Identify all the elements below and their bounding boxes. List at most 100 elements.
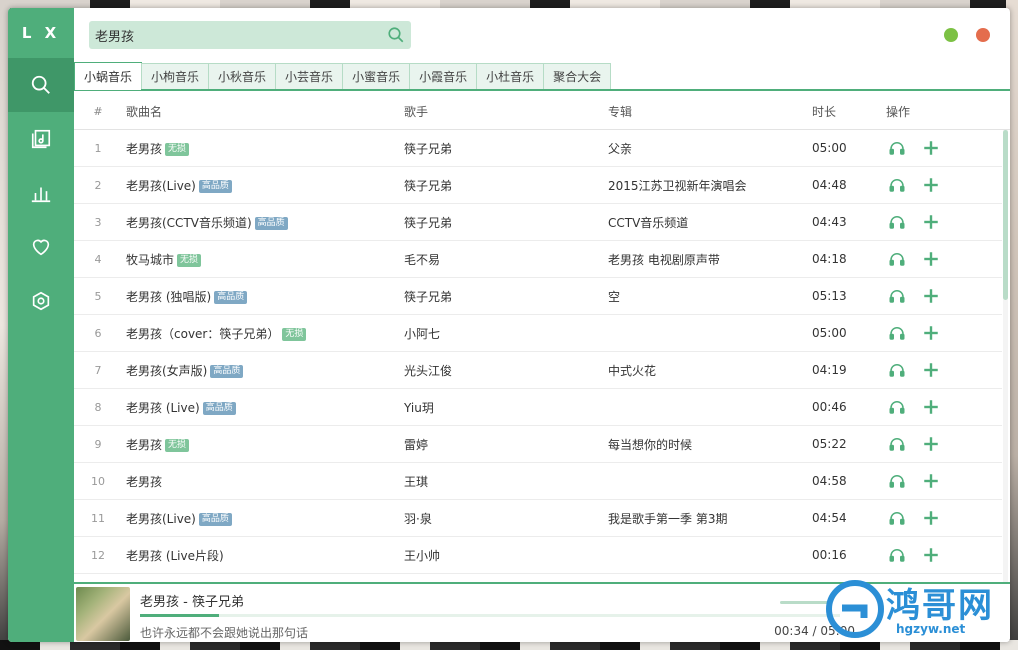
sidebar-item-search[interactable] — [8, 58, 74, 112]
table-row[interactable]: 4 牧马城市 无损 毛不易 老男孩 电视剧原声带 04:18 — [74, 241, 1002, 278]
add-button[interactable] — [920, 248, 942, 270]
search-button[interactable] — [381, 21, 411, 49]
progress-bar[interactable] — [140, 614, 840, 617]
table-row[interactable]: 7 老男孩(女声版) 高品质 光头江俊 中式火花 04:19 — [74, 352, 1002, 389]
search-input[interactable] — [89, 21, 381, 49]
row-number: 4 — [94, 252, 102, 266]
listen-button[interactable] — [886, 174, 908, 196]
add-button[interactable] — [920, 359, 942, 381]
add-button[interactable] — [920, 211, 942, 233]
table-row[interactable]: 3 老男孩(CCTV音乐频道) 高品质 筷子兄弟 CCTV音乐频道 04:43 — [74, 204, 1002, 241]
sidebar-item-favorites[interactable] — [8, 220, 74, 274]
listen-button[interactable] — [886, 507, 908, 529]
table-row[interactable]: 2 老男孩(Live) 高品质 筷子兄弟 2015江苏卫视新年演唱会 04:48 — [74, 167, 1002, 204]
song-name: 老男孩(CCTV音乐频道) 高品质 — [122, 214, 404, 231]
add-button[interactable] — [920, 544, 942, 566]
tab-source-8[interactable]: 聚合大会 — [543, 63, 612, 89]
table-row[interactable]: 11 老男孩(Live) 高品质 羽·泉 我是歌手第一季 第3期 04:54 — [74, 500, 1002, 537]
minimize-button[interactable] — [944, 28, 958, 42]
album: 老男孩 电视剧原声带 — [608, 252, 720, 267]
row-actions — [880, 322, 960, 344]
headphones-icon — [889, 549, 905, 562]
sidebar-item-charts[interactable] — [8, 166, 74, 220]
sidebar-item-playlist[interactable] — [8, 112, 74, 166]
search-icon — [388, 27, 404, 43]
row-actions — [880, 396, 960, 418]
quality-badge: 高品质 — [198, 179, 232, 193]
listen-button[interactable] — [886, 544, 908, 566]
now-playing-title: 老男孩 - 筷子兄弟 — [140, 595, 244, 610]
tab-source-7[interactable]: 小杜音乐 — [476, 63, 545, 89]
song-name: 老男孩 (独唱版) 高品质 — [122, 288, 404, 305]
source-tabs: 小蜗音乐 小枸音乐 小秋音乐 小芸音乐 小蜜音乐 小霞音乐 小杜音乐 聚合大会 — [74, 62, 1010, 91]
app-window: L X 小蜗音乐 小枸音乐 小秋音乐 小芸音乐 — [8, 8, 1010, 642]
song-title: 老男孩 — [126, 474, 163, 489]
listen-button[interactable] — [886, 285, 908, 307]
row-actions — [880, 137, 960, 159]
table-row[interactable]: 5 老男孩 (独唱版) 高品质 筷子兄弟空 05:13 — [74, 278, 1002, 315]
add-button[interactable] — [920, 322, 942, 344]
quality-badge: 无损 — [165, 438, 190, 452]
close-button[interactable] — [976, 28, 990, 42]
tab-source-3[interactable]: 小秋音乐 — [208, 63, 277, 89]
header-actions: 操作 — [886, 104, 911, 119]
listen-button[interactable] — [886, 396, 908, 418]
tab-source-5[interactable]: 小蜜音乐 — [342, 63, 411, 89]
listen-button[interactable] — [886, 248, 908, 270]
listen-button[interactable] — [886, 322, 908, 344]
song-name: 牧马城市 无损 — [122, 251, 404, 268]
table-row[interactable]: 12 老男孩 (Live片段) 王小帅 00:16 — [74, 537, 1002, 574]
search-icon — [31, 75, 50, 94]
add-button[interactable] — [920, 433, 942, 455]
quality-badge: 高品质 — [210, 364, 244, 378]
scrollbar[interactable] — [1003, 130, 1008, 582]
table-row[interactable]: 6 老男孩（cover：筷子兄弟） 无损 小阿七 05:00 — [74, 315, 1002, 352]
table-row[interactable]: 9 老男孩 无损 雷婷 每当想你的时候 05:22 — [74, 426, 1002, 463]
header-album: 专辑 — [608, 104, 633, 119]
tab-source-4[interactable]: 小芸音乐 — [275, 63, 344, 89]
song-title: 老男孩（cover：筷子兄弟） — [126, 326, 280, 341]
listen-button[interactable] — [886, 137, 908, 159]
tab-source-2[interactable]: 小枸音乐 — [141, 63, 210, 89]
album: 我是歌手第一季 第3期 — [608, 511, 728, 526]
song-title: 老男孩 (Live片段) — [126, 548, 224, 563]
duration: 04:43 — [812, 215, 847, 229]
album: 父亲 — [608, 141, 633, 156]
add-button[interactable] — [920, 137, 942, 159]
duration: 05:00 — [812, 326, 847, 340]
quality-badge: 无损 — [165, 142, 190, 156]
singer: 小阿七 — [404, 326, 441, 341]
app-logo: L X — [21, 24, 61, 42]
listen-button[interactable] — [886, 211, 908, 233]
album: 每当想你的时候 — [608, 437, 693, 452]
plus-icon — [924, 363, 938, 377]
table-row[interactable]: 10 老男孩 王琪 04:58 — [74, 463, 1002, 500]
add-button[interactable] — [920, 470, 942, 492]
headphones-icon — [889, 438, 905, 451]
volume-slider[interactable] — [780, 601, 830, 604]
song-title: 老男孩(女声版) — [126, 363, 208, 378]
lyric-line: 也许永远都不会跟她说出那句话 — [140, 626, 309, 640]
add-button[interactable] — [920, 174, 942, 196]
album: CCTV音乐频道 — [608, 215, 689, 230]
album-cover[interactable] — [76, 587, 130, 641]
tab-source-1[interactable]: 小蜗音乐 — [74, 62, 143, 90]
listen-button[interactable] — [886, 470, 908, 492]
sidebar-item-settings[interactable] — [8, 274, 74, 328]
singer: 筷子兄弟 — [404, 289, 453, 304]
row-number: 9 — [94, 437, 102, 451]
scrollbar-thumb[interactable] — [1003, 130, 1008, 300]
add-button[interactable] — [920, 285, 942, 307]
quality-badge: 高品质 — [254, 216, 288, 230]
table-row[interactable]: 1 老男孩 无损 筷子兄弟 父亲 05:00 — [74, 130, 1002, 167]
add-button[interactable] — [920, 507, 942, 529]
header-num: # — [93, 104, 103, 118]
listen-button[interactable] — [886, 433, 908, 455]
table-row[interactable]: 8 老男孩 (Live) 高品质 Yiu玥 00:46 — [74, 389, 1002, 426]
chart-icon — [31, 187, 51, 203]
headphones-icon — [889, 475, 905, 488]
add-button[interactable] — [920, 396, 942, 418]
tab-source-6[interactable]: 小霞音乐 — [409, 63, 478, 89]
listen-button[interactable] — [886, 359, 908, 381]
song-title: 老男孩 — [126, 437, 163, 452]
